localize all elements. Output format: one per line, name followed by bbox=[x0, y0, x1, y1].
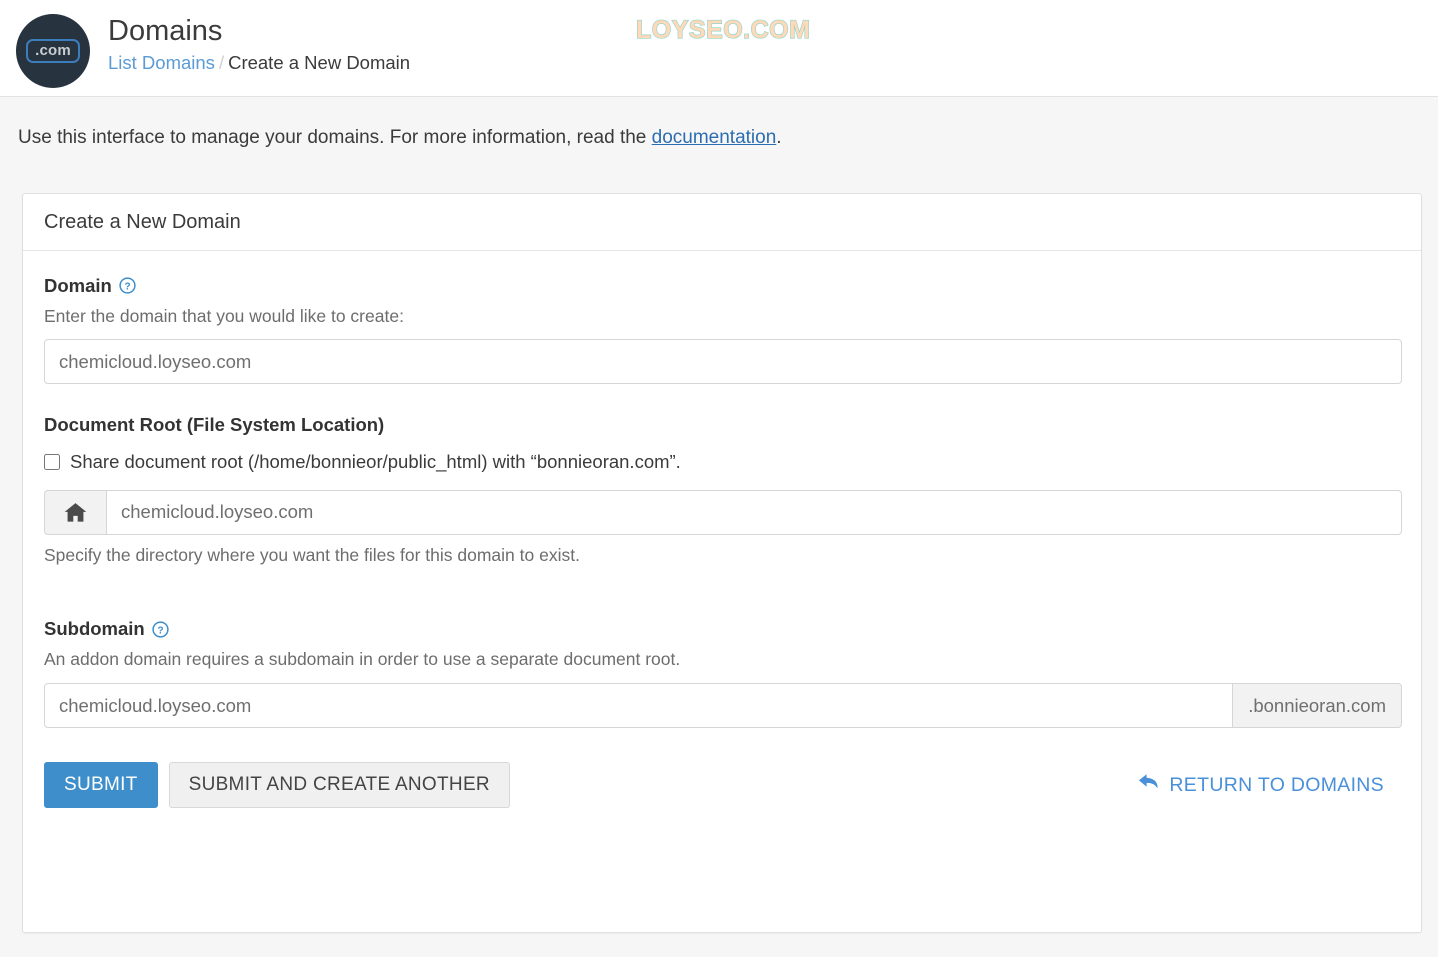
svg-text:?: ? bbox=[124, 282, 130, 293]
return-to-domains-label: RETURN TO DOMAINS bbox=[1169, 773, 1384, 796]
create-domain-card: Create a New Domain Domain ? Enter the d… bbox=[22, 192, 1422, 933]
breadcrumb-current: Create a New Domain bbox=[228, 52, 411, 74]
share-document-root-checkbox[interactable] bbox=[44, 454, 60, 471]
document-root-input-group bbox=[44, 489, 1402, 535]
submit-button[interactable]: SUBMIT bbox=[44, 762, 158, 809]
domain-hint: Enter the domain that you would like to … bbox=[44, 305, 404, 326]
domain-input[interactable] bbox=[44, 339, 1402, 385]
domain-field-group: Domain ? Enter the domain that you would… bbox=[44, 275, 1402, 385]
description-text-before: Use this interface to manage your domain… bbox=[18, 127, 652, 148]
subdomain-label-row: Subdomain ? bbox=[44, 618, 1400, 640]
document-root-hint: Specify the directory where you want the… bbox=[44, 544, 580, 565]
page-title: Domains bbox=[108, 15, 223, 47]
card-body: Domain ? Enter the domain that you would… bbox=[23, 251, 1421, 809]
subdomain-label: Subdomain bbox=[44, 618, 145, 640]
submit-and-create-another-button[interactable]: SUBMIT AND CREATE ANOTHER bbox=[168, 762, 510, 809]
subdomain-label-inner: Subdomain ? bbox=[44, 618, 1400, 640]
home-icon bbox=[44, 489, 106, 535]
documentation-link[interactable]: documentation bbox=[652, 127, 777, 148]
svg-text:?: ? bbox=[157, 625, 163, 636]
subdomain-input[interactable] bbox=[44, 683, 1234, 729]
breadcrumb-separator: / bbox=[218, 52, 225, 74]
description-text-after: . bbox=[776, 127, 782, 148]
subdomain-input-group: .bonnieoran.com bbox=[44, 683, 1402, 729]
document-root-section-title: Document Root (File System Location) bbox=[44, 414, 385, 436]
document-root-input[interactable] bbox=[106, 489, 1402, 535]
form-actions: SUBMIT SUBMIT AND CREATE ANOTHER RETURN … bbox=[44, 762, 1400, 809]
breadcrumb-link-list-domains[interactable]: List Domains bbox=[108, 52, 215, 73]
page-description: Use this interface to manage your domain… bbox=[0, 97, 1438, 151]
breadcrumb: List Domains / Create a New Domain bbox=[108, 52, 410, 74]
header-inner: .com Domains List Domains / Create a New D… bbox=[0, 0, 1438, 88]
share-document-root-row[interactable]: Share document root (/home/bonnieor/publ… bbox=[44, 450, 1400, 473]
question-circle-icon[interactable]: ? bbox=[119, 277, 136, 294]
card-title: Create a New Domain bbox=[23, 194, 1421, 251]
subdomain-suffix-addon: .bonnieoran.com bbox=[1233, 683, 1402, 729]
back-arrow-icon bbox=[1138, 773, 1160, 797]
share-document-root-label[interactable]: Share document root (/home/bonnieor/publ… bbox=[70, 450, 681, 473]
button-cluster: SUBMIT SUBMIT AND CREATE ANOTHER bbox=[44, 762, 510, 809]
question-circle-icon[interactable]: ? bbox=[152, 621, 169, 638]
header-text-block: Domains List Domains / Create a New Domain bbox=[108, 13, 410, 75]
dotcom-logo-icon: .com bbox=[16, 14, 90, 88]
subdomain-hint: An addon domain requires a subdomain in … bbox=[44, 649, 681, 670]
domain-label: Domain bbox=[44, 274, 112, 296]
logo-badge-label: .com bbox=[26, 39, 80, 63]
page-header: .com Domains List Domains / Create a New D… bbox=[0, 0, 1438, 97]
return-to-domains-link[interactable]: RETURN TO DOMAINS bbox=[1138, 773, 1384, 797]
domain-label-row: Domain ? bbox=[44, 275, 1400, 297]
